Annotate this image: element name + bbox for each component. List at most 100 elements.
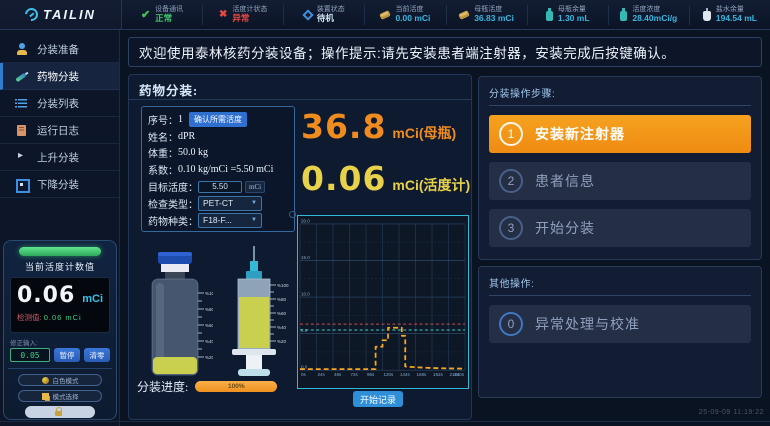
step-label: 异常处理与校准 [535, 314, 640, 334]
white-mode-pill-button[interactable]: 白色模式 [18, 374, 102, 386]
vial-scale-label: %20 [205, 355, 213, 360]
sidebar-item-label: 分装列表 [37, 96, 79, 111]
vial-scale-label: %80 [205, 307, 213, 312]
status-vial-activity: 母瓶活度36.83 mCi [446, 5, 527, 25]
syringe-scale-label: %100 [277, 283, 289, 288]
divider [8, 368, 112, 369]
arrow-up-icon [15, 151, 28, 164]
status-concentration: 活度浓度28.40mCi/g [608, 5, 689, 25]
app-window: TAILIN ✔ 设备通讯正常 ✖ 活度计状态异常 装置状态待机 当前活度0.0… [0, 0, 770, 426]
bottle-icon [620, 11, 627, 21]
svg-text:5.0: 5.0 [301, 328, 308, 333]
step-label: 患者信息 [535, 171, 595, 191]
vial-graphic: %100 %80 %60 %40 %20 [141, 251, 213, 379]
gold-capsule-icon [458, 10, 470, 20]
pause-button[interactable]: 暂停 [54, 348, 80, 362]
status-activity-meter: ✖ 活度计状态异常 [202, 5, 283, 25]
drug-type-label: 药物种类： [148, 213, 198, 228]
chevron-down-icon: ▼ [251, 200, 257, 206]
status-vial-volume: 母瓶余量1.30 mL [527, 5, 608, 25]
step-number: 3 [499, 216, 523, 240]
dispense-chart-svg: 0s24s48s72s96s120s144s168s192s216s240s0.… [297, 215, 469, 389]
svg-text:240s: 240s [454, 372, 465, 377]
start-record-button[interactable]: 开始记录 [353, 391, 403, 407]
progress-label: 分装进度: [137, 378, 188, 395]
check-icon: ✔ [141, 8, 150, 21]
meter-display: 0.06 mCi 检测值: 0.06 mCi [10, 277, 110, 333]
drug-type-select[interactable]: F18-F... ▼ [198, 213, 262, 228]
target-activity-input[interactable] [198, 181, 242, 193]
status-device-state: 装置状态待机 [283, 5, 364, 25]
sidebar-item-raise-dispense[interactable]: 上升分装 [0, 144, 119, 171]
blocks-icon [42, 393, 49, 400]
sidebar-item-dispense-prepare[interactable]: 分装准备 [0, 36, 119, 63]
tailin-logo-icon [22, 5, 40, 23]
palette-icon [42, 377, 49, 384]
sidebar-item-dispense-list[interactable]: 分装列表 [0, 90, 119, 117]
meter-status-led [19, 247, 101, 256]
status-value: 1.30 mL [558, 14, 590, 24]
svg-text:15.0: 15.0 [301, 255, 310, 260]
status-indicator-list: ✔ 设备通讯正常 ✖ 活度计状态异常 装置状态待机 当前活度0.00 mCi 母… [122, 0, 770, 29]
divider [129, 99, 471, 100]
activity-meter-panel: 当前活度计数值 0.06 mCi 检测值: 0.06 mCi 修正输入: 暂停 … [3, 240, 117, 420]
progress-percent: 100% [195, 381, 277, 392]
chevron-down-icon: ▼ [251, 217, 257, 223]
name-value: dPR [178, 131, 195, 142]
serial-value: 1 [178, 114, 183, 125]
meter-activity-value: 0.06 [301, 159, 386, 198]
cube-icon [302, 9, 313, 20]
syringe-scale-label: %20 [277, 339, 287, 344]
system-timestamp: 25-09-09 11:19:22 [699, 409, 764, 416]
status-value: 36.83 mCi [474, 14, 514, 24]
status-value: 194.54 mL [716, 14, 757, 24]
coefficient-label: 系数： [148, 162, 178, 177]
step-number: 1 [499, 122, 523, 146]
detect-label: 检测值: [17, 313, 42, 322]
step-start-dispense[interactable]: 3 开始分装 [489, 209, 751, 247]
drug-dispense-panel: 药物分装: 序号： 1 确认所需活度 姓名： dPR 体重： 50.0 kg 系… [128, 74, 472, 420]
mode-select-pill-button[interactable]: 模式选择 [18, 390, 102, 402]
svg-text:120s: 120s [383, 372, 394, 377]
sidebar-item-run-log[interactable]: 运行日志 [0, 117, 119, 144]
vial-scale-label: %40 [205, 339, 213, 344]
sidebar-item-lower-dispense[interactable]: 下降分装 [0, 171, 119, 198]
svg-text:168s: 168s [417, 372, 428, 377]
weight-value: 50.0 kg [178, 147, 208, 158]
target-unit: mCi [245, 181, 265, 193]
sidebar-item-drug-dispense[interactable]: 药物分装 [0, 63, 119, 90]
serial-label: 序号： [148, 112, 178, 127]
lock-pill-button[interactable] [25, 406, 95, 418]
syringe-icon [12, 67, 30, 85]
syringe-scale-label: %40 [277, 325, 287, 330]
brand-name: TAILIN [43, 7, 96, 22]
other-panel-title: 其他操作: [489, 275, 751, 296]
bottle-icon [546, 11, 553, 21]
step-label: 开始分装 [535, 218, 595, 238]
exam-type-select[interactable]: PET-CT ▼ [198, 196, 262, 211]
zero-button[interactable]: 清零 [84, 348, 110, 362]
exception-calibration-button[interactable]: 0 异常处理与校准 [489, 305, 751, 343]
other-operations-panel: 其他操作: 0 异常处理与校准 [478, 266, 762, 398]
dispense-progress: 分装进度: 100% [137, 378, 277, 395]
meter-value: 0.06 [17, 283, 75, 308]
dispense-chart: 0s24s48s72s96s120s144s168s192s216s240s0.… [297, 215, 469, 389]
pill-label: 模式选择 [53, 391, 79, 401]
correction-input-label: 修正输入: [10, 337, 110, 347]
drug-type-value: F18-F... [203, 215, 232, 225]
welcome-text: 欢迎使用泰林核药分装设备；操作提示:请先安装患者端注射器，安装完成后按键确认。 [139, 42, 675, 62]
square-stop-icon [15, 178, 28, 191]
target-activity-label: 目标活度： [148, 179, 198, 194]
welcome-message-bar: 欢迎使用泰林核药分装设备；操作提示:请先安装患者端注射器，安装完成后按键确认。 [128, 37, 762, 67]
top-status-bar: TAILIN ✔ 设备通讯正常 ✖ 活度计状态异常 装置状态待机 当前活度0.0… [0, 0, 770, 30]
vial-scale-label: %100 [205, 291, 213, 296]
syringe-scale-label: %80 [277, 297, 287, 302]
step-patient-info[interactable]: 2 患者信息 [489, 162, 751, 200]
status-value: 异常 [232, 14, 267, 24]
meter-panel-title: 当前活度计数值 [10, 260, 110, 273]
correction-input[interactable] [10, 348, 50, 362]
svg-text:20.0: 20.0 [301, 218, 310, 223]
step-install-syringe[interactable]: 1 安装新注射器 [489, 115, 751, 153]
person-icon [15, 43, 28, 56]
confirm-activity-button[interactable]: 确认所需活度 [189, 112, 247, 127]
